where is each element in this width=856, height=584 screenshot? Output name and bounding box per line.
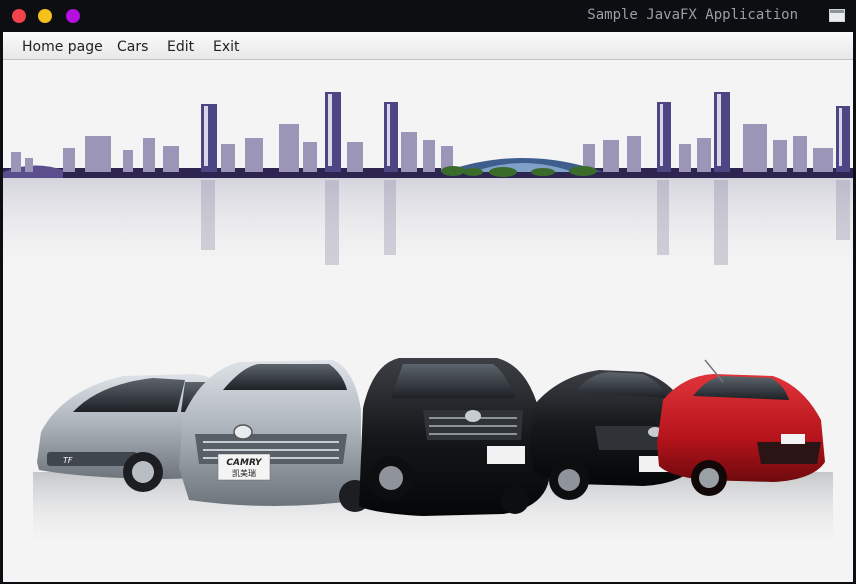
menu-cars[interactable]: Cars (117, 39, 148, 55)
city-skyline (3, 92, 853, 178)
close-button[interactable] (12, 9, 26, 23)
menu-exit[interactable]: Exit (213, 39, 240, 55)
svg-text:TF: TF (63, 456, 73, 465)
car-black-suv (359, 358, 549, 516)
camry-plate-subtext: 凯美瑞 (232, 468, 256, 478)
window-title: Sample JavaFX Application (587, 7, 798, 23)
app-content: Home page Cars Edit Exit TF CAMRY 凯美瑞 (3, 32, 853, 582)
maximize-button[interactable] (66, 9, 80, 23)
menu-edit[interactable]: Edit (167, 39, 194, 55)
minimize-button[interactable] (38, 9, 52, 23)
title-bar: Sample JavaFX Application (0, 0, 856, 32)
camry-plate-text: CAMRY (226, 458, 263, 468)
window-icon[interactable] (829, 9, 845, 22)
car-red-hatchback (657, 359, 825, 496)
banner-image: TF CAMRY 凯美瑞 (3, 92, 853, 552)
menu-home-page[interactable]: Home page (22, 39, 103, 55)
menu-bar: Home page Cars Edit Exit (3, 32, 853, 60)
car-silver-camry: CAMRY 凯美瑞 (179, 360, 371, 512)
